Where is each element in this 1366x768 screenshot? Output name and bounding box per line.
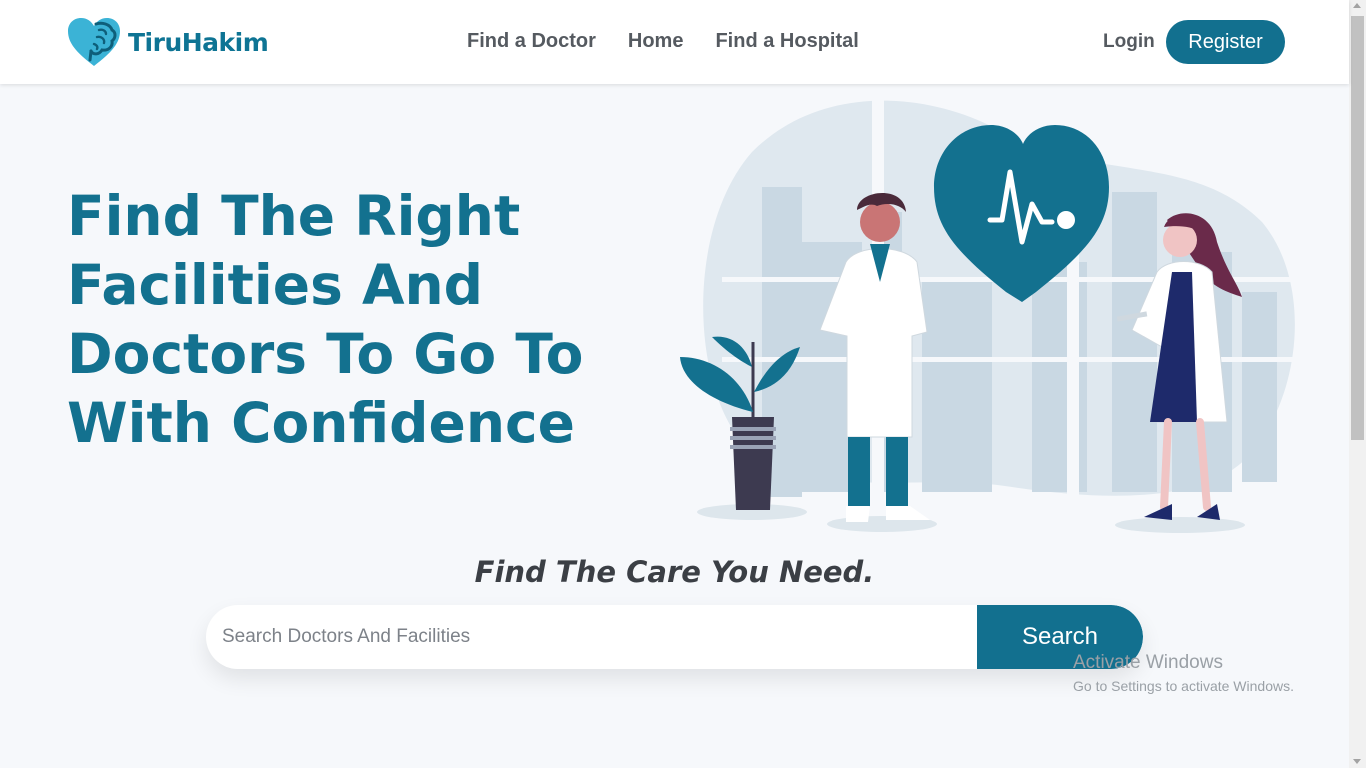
logo[interactable]: TiruHakim — [66, 16, 269, 68]
hero-title-line: Find The Right — [67, 184, 521, 248]
scroll-thumb[interactable] — [1351, 16, 1364, 440]
scroll-up-arrow-icon[interactable] — [1353, 3, 1361, 8]
login-link[interactable]: Login — [1103, 31, 1155, 53]
page-scrollbar[interactable] — [1349, 0, 1366, 768]
windows-activation-watermark: Activate Windows Go to Settings to activ… — [1073, 652, 1294, 694]
main-nav: Find a Doctor Home Find a Hospital — [467, 30, 859, 53]
watermark-subtitle: Go to Settings to activate Windows. — [1073, 678, 1294, 694]
hero-title-line: With Confidence — [67, 391, 575, 455]
search-bar: Search — [206, 605, 1143, 669]
hero-title: Find The Right Facilities And Doctors To… — [67, 182, 587, 458]
nav-home[interactable]: Home — [628, 30, 684, 53]
nav-find-doctor[interactable]: Find a Doctor — [467, 30, 596, 53]
brand-name: TiruHakim — [128, 27, 269, 57]
doctors-heart-illustration — [680, 97, 1312, 533]
hero-title-line: Facilities And — [67, 253, 484, 317]
brain-heart-icon — [68, 18, 120, 66]
watermark-title: Activate Windows — [1073, 652, 1223, 673]
nav-find-hospital[interactable]: Find a Hospital — [715, 30, 858, 53]
tagline: Find The Care You Need. — [474, 555, 875, 589]
register-button[interactable]: Register — [1166, 20, 1285, 64]
navbar: TiruHakim Find a Doctor Home Find a Hosp… — [0, 0, 1349, 84]
scroll-down-arrow-icon[interactable] — [1353, 759, 1361, 764]
search-input[interactable] — [206, 605, 977, 669]
hero-title-line: Doctors To Go To — [67, 322, 584, 386]
